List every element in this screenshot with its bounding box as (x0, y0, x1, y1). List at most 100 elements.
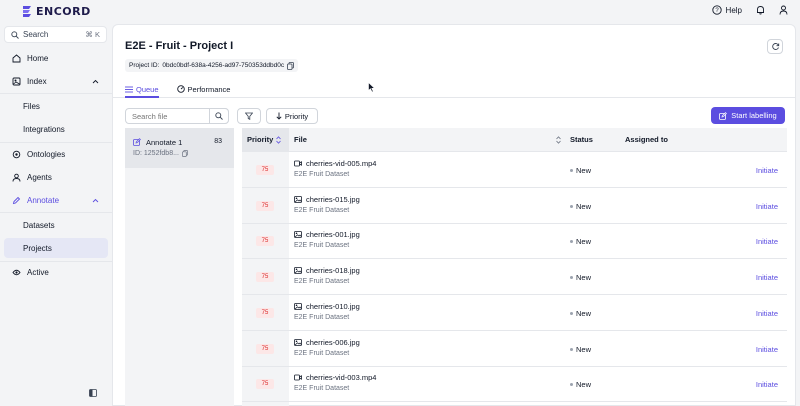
file-name: cherries-vid-005.mp4 (294, 159, 376, 168)
start-labelling-label: Start labelling (731, 111, 777, 120)
bell-icon[interactable] (756, 5, 765, 15)
column-header-status[interactable]: Status (570, 135, 593, 144)
collapse-sidebar-icon[interactable] (89, 389, 97, 397)
initiate-button[interactable]: Initiate (756, 380, 778, 389)
sort-priority-button[interactable]: Priority (266, 108, 318, 124)
sidebar-item-label: Projects (23, 243, 52, 253)
priority-badge: 75 (256, 200, 274, 211)
priority-badge: 75 (256, 343, 274, 354)
filter-button[interactable] (237, 108, 261, 124)
sidebar-item-integrations[interactable]: Integrations (4, 119, 108, 139)
sidebar-item-index[interactable]: Index (4, 71, 108, 91)
tab-label: Performance (187, 84, 231, 94)
image-icon (294, 302, 302, 310)
help-label: Help (725, 5, 742, 15)
sidebar-item-projects[interactable]: Projects (4, 238, 108, 258)
divider (0, 212, 112, 213)
status-dot-icon (570, 169, 573, 172)
status-badge: New (570, 237, 591, 246)
initiate-button[interactable]: Initiate (756, 202, 778, 211)
search-shortcut: ⌘ K (85, 30, 100, 39)
chevron-up-icon (92, 79, 99, 83)
status-label: New (576, 380, 592, 390)
tab-performance[interactable]: Performance (176, 83, 231, 95)
arrow-down-icon (276, 112, 282, 120)
task-id-value: ID: 1252fdb8... (133, 150, 179, 157)
copy-icon[interactable] (287, 61, 295, 70)
global-search[interactable]: Search ⌘ K (4, 26, 107, 43)
status-badge: New (570, 273, 591, 282)
annotate-task-icon (133, 138, 141, 146)
task-name: Annotate 1 (146, 138, 183, 147)
task-card[interactable]: Annotate 1 83 ID: 1252fdb8... (125, 128, 234, 168)
logo[interactable]: ENCORD (21, 5, 91, 18)
mouse-cursor-icon (368, 82, 375, 93)
initiate-button[interactable]: Initiate (756, 237, 778, 246)
image-icon (294, 195, 302, 203)
initiate-button[interactable]: Initiate (756, 309, 778, 318)
file-name-label: cherries-015.jpg (306, 194, 360, 204)
project-id-badge: Project ID: 0bdc0bdf-638a-4256-ad97-7503… (125, 59, 299, 72)
table-row[interactable]: 75 cherries-015.jpg E2E Fruit Dataset New In… (242, 188, 787, 224)
start-labelling-button[interactable]: Start labelling (711, 107, 785, 124)
column-header-label: Assigned to (625, 135, 668, 144)
page-title: E2E - Fruit - Project I (125, 40, 234, 52)
sidebar-item-ontologies[interactable]: Ontologies (4, 144, 108, 164)
table-row[interactable]: 75 cherries-010.jpg E2E Fruit Dataset New In… (242, 295, 787, 331)
sort-icon[interactable] (556, 136, 561, 144)
search-icon (11, 30, 19, 39)
status-dot-icon (570, 311, 573, 315)
chevron-up-icon (92, 198, 99, 202)
task-list: Annotate 1 83 ID: 1252fdb8... (125, 128, 234, 406)
image-icon (294, 267, 302, 274)
initiate-button[interactable]: Initiate (756, 273, 778, 282)
table-row[interactable]: 75 cherries-006.jpg E2E Fruit Dataset New In… (242, 331, 787, 367)
column-header-file[interactable]: File (294, 135, 307, 144)
priority-badge: 75 (256, 307, 274, 318)
table-row[interactable]: 75 cherries-001.jpg E2E Fruit Dataset New In… (242, 223, 787, 260)
dataset-name: E2E Fruit Dataset (294, 206, 350, 214)
sidebar-item-label: Files (23, 101, 40, 111)
refresh-icon (771, 43, 779, 50)
help-button[interactable]: ? Help (711, 5, 742, 15)
divider (0, 93, 112, 94)
home-icon (12, 53, 21, 62)
tab-queue[interactable]: Queue (125, 83, 159, 95)
search-icon (215, 112, 223, 120)
queue-icon (125, 86, 133, 92)
priority-badge: 75 (256, 272, 274, 283)
initiate-button[interactable]: Initiate (756, 166, 778, 175)
sidebar-item-home[interactable]: Home (4, 48, 108, 68)
sidebar-item-label: Ontologies (27, 149, 66, 159)
main-panel: E2E - Fruit - Project I Project ID: 0bdc… (112, 24, 796, 406)
edit-icon (719, 111, 728, 120)
user-icon[interactable] (779, 5, 788, 15)
copy-icon[interactable] (182, 150, 188, 157)
sidebar-item-files[interactable]: Files (4, 96, 108, 116)
search-file-button[interactable] (209, 108, 229, 124)
image-icon (294, 338, 302, 346)
column-header-assigned[interactable]: Assigned to (625, 135, 668, 144)
file-name: cherries-006.jpg (294, 338, 360, 347)
initiate-button[interactable]: Initiate (756, 345, 778, 354)
sidebar-item-datasets[interactable]: Datasets (4, 215, 108, 235)
status-label: New (576, 308, 592, 318)
active-icon (12, 269, 21, 275)
refresh-button[interactable] (767, 39, 783, 54)
status-badge: New (570, 202, 591, 211)
sidebar-item-label: Annotate (27, 195, 60, 205)
table-row[interactable]: 75 cherries-vid-003.mp4 E2E Fruit Dataset N… (242, 366, 787, 403)
sidebar-item-label: Datasets (23, 220, 55, 230)
sidebar-item-active[interactable]: Active (4, 262, 108, 282)
column-header-priority[interactable]: Priority (247, 135, 282, 144)
sidebar-item-annotate[interactable]: Annotate (4, 190, 108, 210)
gauge-icon (176, 85, 185, 93)
table-row[interactable]: 75 cherries-018.jpg E2E Fruit Dataset New In… (242, 259, 787, 296)
sidebar-item-agents[interactable]: Agents (4, 167, 108, 187)
dataset-name: E2E Fruit Dataset (294, 242, 350, 250)
task-count: 83 (214, 138, 222, 145)
column-header-label: File (294, 135, 307, 144)
project-id-value: 0bdc0bdf-638a-4256-ad97-750353ddbd0c (162, 62, 285, 69)
table-row[interactable]: 75 cherries-vid-005.mp4 E2E Fruit Dataset N… (242, 152, 787, 188)
dataset-name: E2E Fruit Dataset (294, 313, 350, 321)
